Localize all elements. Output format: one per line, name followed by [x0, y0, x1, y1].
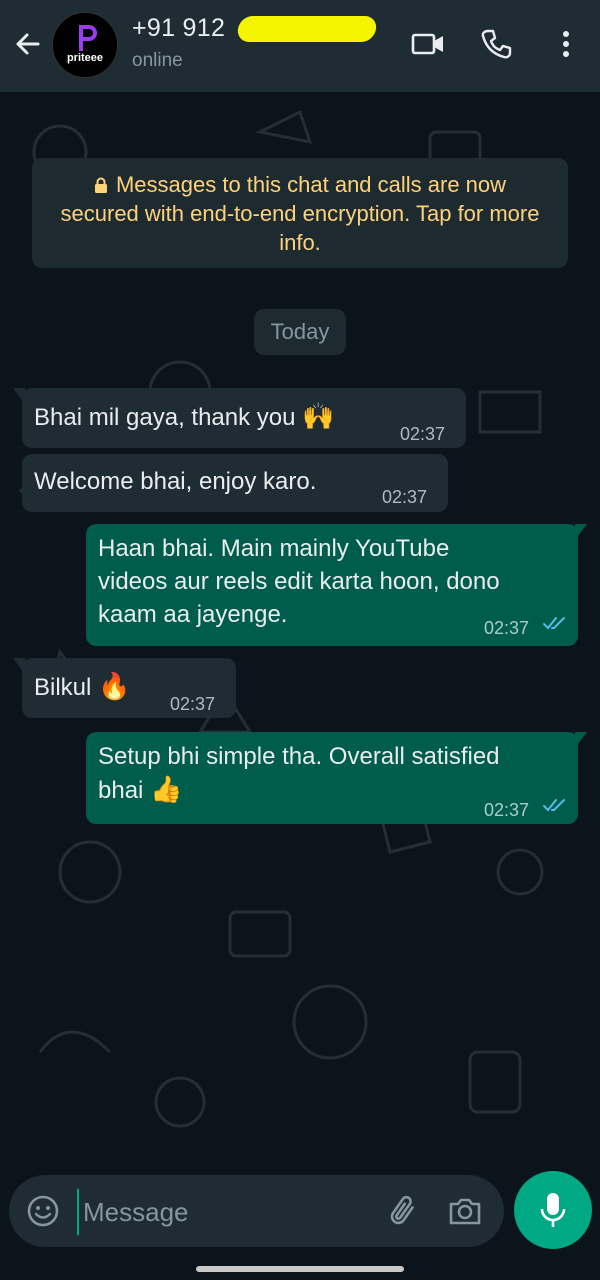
message-time: 02:37 — [400, 424, 446, 444]
avatar-label: priteee — [67, 52, 103, 64]
message-text: Welcome bhai, enjoy karo. — [34, 468, 317, 495]
message-time: 02:37 — [382, 487, 428, 507]
more-vertical-icon[interactable] — [548, 26, 584, 62]
message-time: 02:37 — [170, 694, 216, 714]
phone-icon[interactable] — [478, 26, 514, 62]
fire-emoji: 🔥 — [98, 671, 131, 701]
contact-status: online — [132, 50, 183, 71]
message-input[interactable] — [77, 1189, 385, 1235]
mic-button[interactable] — [514, 1171, 592, 1249]
avatar[interactable]: priteee — [52, 12, 118, 78]
message-time: 02:37 — [484, 618, 530, 638]
home-indicator — [196, 1266, 404, 1272]
video-call-icon[interactable] — [410, 26, 446, 62]
encryption-notice[interactable]: Messages to this chat and calls are now … — [32, 158, 568, 268]
message-text: Bilkul 🔥 — [34, 671, 131, 701]
message-bubble-outgoing[interactable]: Haan bhai. Main mainly YouTube videos au… — [86, 524, 587, 646]
date-chip: Today — [254, 309, 346, 355]
bubble-tail — [13, 388, 25, 404]
logo-icon: priteee — [53, 13, 117, 77]
message-text: Haan bhai. Main mainly YouTube videos au… — [98, 535, 500, 628]
paperclip-icon[interactable] — [387, 1193, 421, 1229]
message-bubble-incoming[interactable]: Bilkul 🔥 02:37 — [13, 658, 236, 718]
message-bubble-incoming[interactable]: Bhai mil gaya, thank you 🙌 02:37 — [13, 388, 466, 448]
camera-icon[interactable] — [447, 1193, 483, 1229]
chat-area[interactable]: Messages to this chat and calls are now … — [0, 92, 600, 1164]
bubble-tail — [575, 732, 587, 748]
contact-name[interactable]: +91 912 — [132, 14, 225, 43]
message-text: Bhai mil gaya, thank you 🙌 — [34, 401, 335, 431]
encryption-text: Messages to this chat and calls are now … — [60, 172, 540, 255]
microphone-icon — [540, 1193, 566, 1227]
thumbs-up-emoji: 👍 — [150, 774, 183, 804]
double-check-icon — [543, 617, 565, 630]
smiley-icon[interactable] — [25, 1193, 61, 1229]
redaction-mark — [236, 16, 378, 42]
message-composer — [9, 1175, 504, 1247]
raising-hands-emoji: 🙌 — [302, 401, 335, 431]
back-arrow-icon[interactable] — [8, 24, 48, 64]
double-check-icon — [543, 799, 565, 812]
lock-icon — [94, 177, 107, 193]
bubble-tail — [575, 524, 587, 540]
message-text: Setup bhi simple tha. Overall satisfied … — [98, 743, 500, 804]
chat-header: priteee +91 912 online — [0, 0, 600, 92]
bubble-tail — [13, 658, 25, 674]
message-bubble-incoming[interactable]: Welcome bhai, enjoy karo. 02:37 — [22, 454, 448, 512]
message-time: 02:37 — [484, 800, 530, 820]
message-bubble-outgoing[interactable]: Setup bhi simple tha. Overall satisfied … — [86, 732, 587, 824]
